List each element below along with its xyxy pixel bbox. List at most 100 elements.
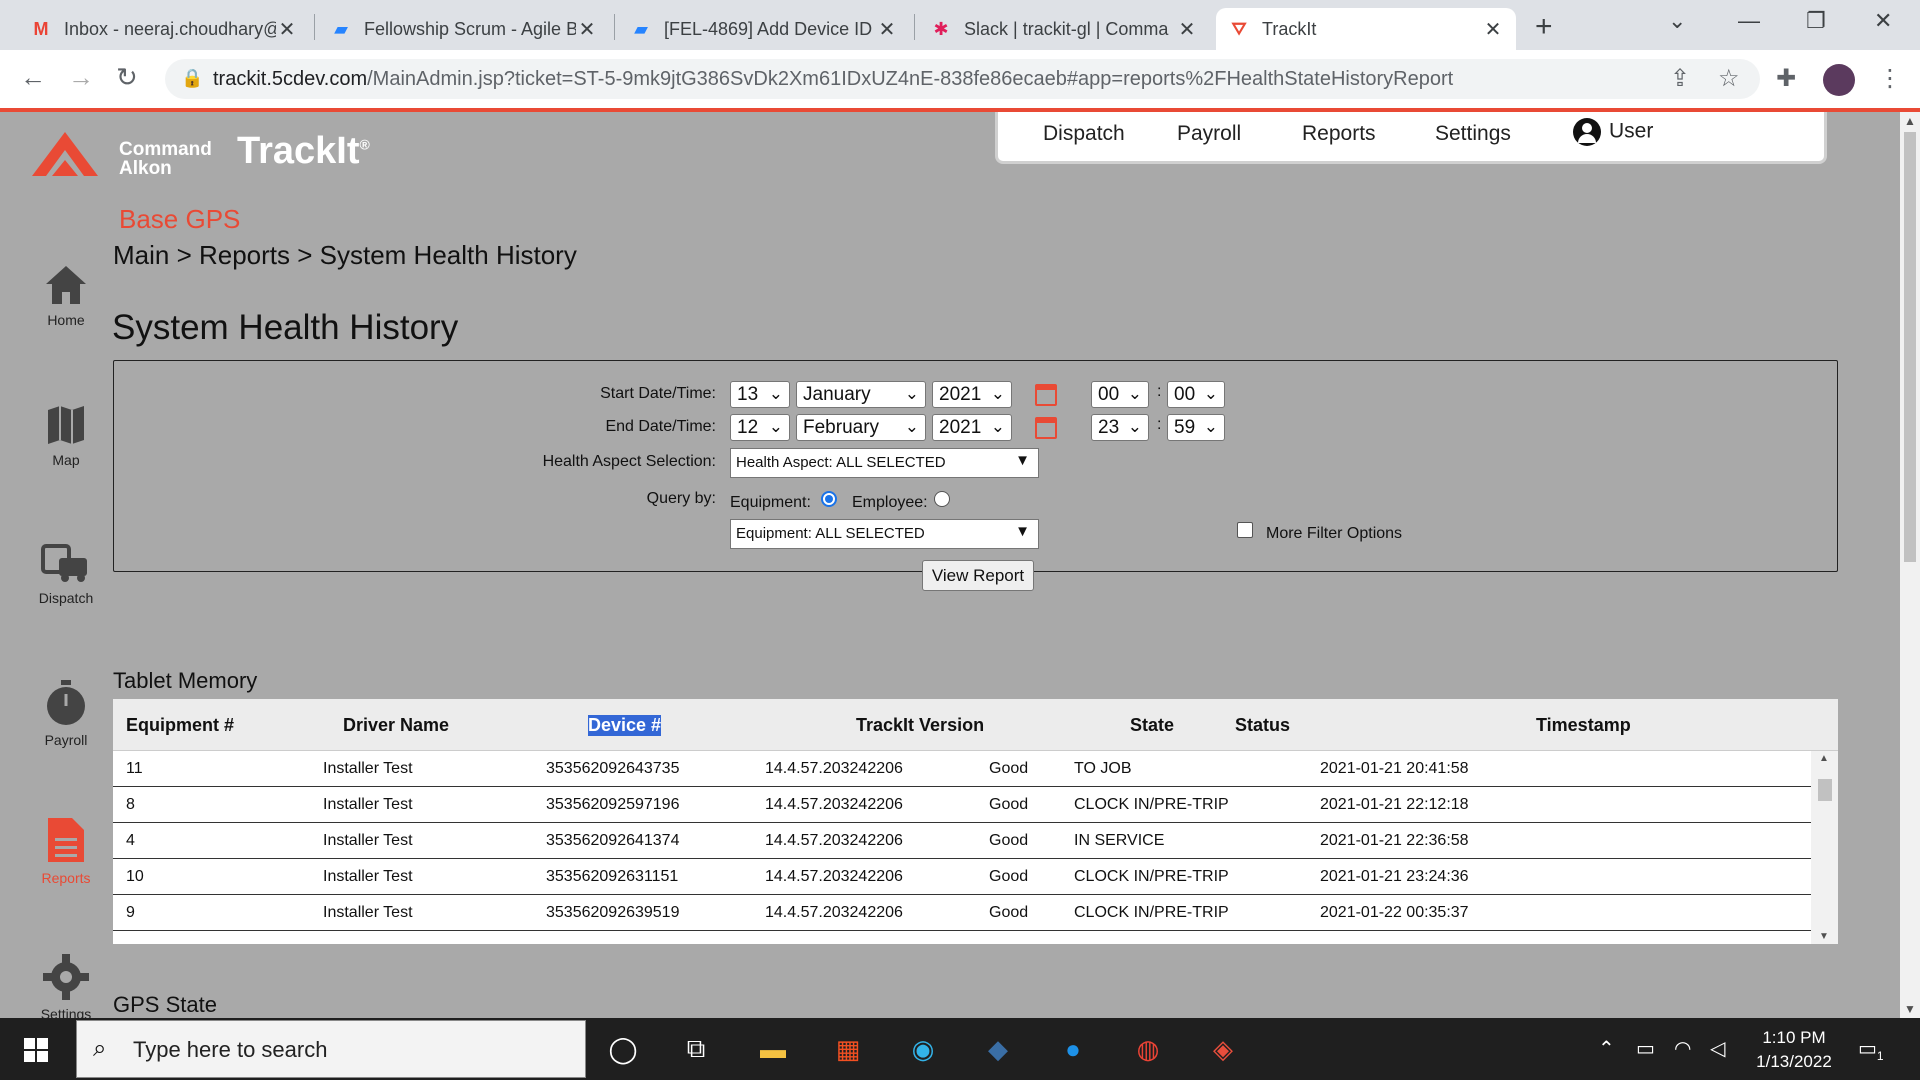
forward-icon[interactable]: →	[68, 62, 94, 93]
nav-user[interactable]: User	[1573, 118, 1653, 146]
task-view-icon[interactable]: ⧉	[678, 1031, 714, 1067]
end-minute-select[interactable]: 59 ⌄	[1167, 414, 1225, 441]
scroll-thumb[interactable]	[1818, 779, 1832, 801]
table-row[interactable]: 11 Installer Test 353562092643735 14.4.57.2…	[113, 751, 1811, 787]
column-timestamp[interactable]: Timestamp	[1536, 715, 1631, 736]
sidebar-item-reports[interactable]: Reports	[30, 816, 102, 886]
select-value: Equipment: ALL SELECTED	[736, 525, 925, 542]
home-icon	[46, 266, 86, 304]
table-row[interactable]: 4 Installer Test 353562092641374 14.4.57.20…	[113, 823, 1811, 859]
docker-icon[interactable]: ●	[1055, 1031, 1091, 1067]
tray-chevron-up-icon[interactable]: ⌃	[1598, 1036, 1615, 1061]
taskbar-clock[interactable]: 1:10 PM 1/13/2022	[1752, 1026, 1836, 1074]
tab-gmail[interactable]: M Inbox - neeraj.choudhary@ ✕	[18, 8, 310, 50]
scroll-down-icon[interactable]: ▼	[1904, 1002, 1916, 1016]
column-device[interactable]: Device #	[588, 715, 662, 736]
tab-slack[interactable]: ✱ Slack | trackit-gl | Comma ✕	[918, 8, 1210, 50]
equipment-select[interactable]: Equipment: ALL SELECTED ▼	[730, 519, 1039, 549]
file-explorer-icon[interactable]: ▬	[755, 1031, 791, 1067]
start-year-select[interactable]: 2021 ⌄	[932, 381, 1012, 408]
view-report-button[interactable]: View Report	[922, 560, 1034, 591]
employee-radio[interactable]	[934, 491, 950, 507]
nav-reports[interactable]: Reports	[1302, 122, 1376, 146]
column-state[interactable]: State	[1130, 715, 1174, 736]
scroll-up-icon[interactable]: ▲	[1819, 753, 1829, 764]
column-status[interactable]: Status	[1235, 715, 1290, 736]
git-icon[interactable]: ◈	[1205, 1031, 1241, 1067]
wifi-icon[interactable]: ◠	[1674, 1036, 1691, 1061]
close-icon[interactable]: ✕	[576, 17, 598, 42]
sidebar-label: Payroll	[44, 732, 88, 748]
edge-icon[interactable]: ◉	[905, 1031, 941, 1067]
tab-fel-4869[interactable]: ▰ [FEL-4869] Add Device ID ✕	[618, 8, 910, 50]
tab-search-icon[interactable]: ⌄	[1668, 8, 1686, 34]
chrome-icon[interactable]: ◍	[1130, 1031, 1166, 1067]
column-equipment[interactable]: Equipment #	[126, 715, 234, 736]
microsoft-store-icon[interactable]: ▦	[830, 1031, 866, 1067]
start-hour-select[interactable]: 00 ⌄	[1091, 381, 1149, 408]
profile-avatar[interactable]	[1823, 64, 1855, 96]
table-row[interactable]: 10 Installer Test 353562092631151 14.4.57.2…	[113, 859, 1811, 895]
more-filter-options-checkbox[interactable]	[1237, 522, 1253, 538]
breadcrumb: Main > Reports > System Health History	[113, 240, 577, 270]
reload-icon[interactable]: ↻	[116, 62, 138, 93]
back-icon[interactable]: ←	[20, 62, 46, 93]
sql-server-icon[interactable]: ◆	[980, 1031, 1016, 1067]
sidebar-item-settings[interactable]: Settings	[30, 954, 102, 1018]
notifications-icon[interactable]: ▭1	[1858, 1036, 1884, 1063]
share-icon[interactable]: ⇪	[1670, 64, 1690, 93]
sidebar-item-map[interactable]: Map	[30, 404, 102, 468]
table-row[interactable]: 9 Installer Test 353562092639519 14.4.57.20…	[113, 895, 1811, 931]
table-scrollbar[interactable]: ▲ ▼	[1811, 751, 1838, 944]
sidebar-item-payroll[interactable]: Payroll	[30, 680, 102, 748]
sidebar-item-home[interactable]: Home	[30, 264, 102, 328]
tab-trackit[interactable]: ⛛ TrackIt ✕	[1216, 8, 1516, 50]
window-close-icon[interactable]: ✕	[1874, 8, 1892, 34]
taskbar-search-box[interactable]: ⌕ Type here to search	[76, 1020, 586, 1078]
volume-icon[interactable]: ◁	[1710, 1036, 1725, 1061]
close-icon[interactable]: ✕	[876, 17, 898, 42]
column-trackit-version[interactable]: TrackIt Version	[856, 715, 984, 736]
nav-dispatch[interactable]: Dispatch	[1043, 122, 1125, 146]
close-icon[interactable]: ✕	[1176, 17, 1198, 42]
browser-tab-strip: M Inbox - neeraj.choudhary@ ✕ ▰ Fellowsh…	[0, 0, 1920, 50]
scroll-up-icon[interactable]: ▲	[1904, 114, 1916, 128]
equipment-radio[interactable]	[821, 491, 837, 507]
health-aspect-select[interactable]: Health Aspect: ALL SELECTED ▼	[730, 448, 1039, 478]
windows-start-icon[interactable]	[24, 1038, 48, 1062]
cortana-icon[interactable]: ◯	[605, 1031, 641, 1067]
scroll-thumb[interactable]	[1904, 132, 1916, 562]
end-calendar-icon[interactable]	[1035, 417, 1057, 439]
sidebar-item-dispatch[interactable]: Dispatch	[30, 542, 102, 606]
bookmark-star-icon[interactable]: ☆	[1718, 64, 1740, 93]
end-year-select[interactable]: 2021 ⌄	[932, 414, 1012, 441]
select-value: 12	[737, 417, 759, 438]
end-hour-select[interactable]: 23 ⌄	[1091, 414, 1149, 441]
scroll-down-icon[interactable]: ▼	[1819, 931, 1829, 942]
column-driver-name[interactable]: Driver Name	[343, 715, 449, 736]
jira-icon: ▰	[634, 18, 648, 39]
table-row[interactable]: 8 Installer Test 353562092597196 14.4.57.20…	[113, 787, 1811, 823]
page-scrollbar[interactable]: ▲ ▼	[1900, 112, 1920, 1018]
address-bar[interactable]: 🔒 trackit.5cdev.com/MainAdmin.jsp?ticket…	[165, 59, 1760, 99]
menu-icon[interactable]: ⋮	[1878, 64, 1902, 93]
start-minute-select[interactable]: 00 ⌄	[1167, 381, 1225, 408]
url-path: /MainAdmin.jsp?ticket=ST-5-9mk9jtG386SvD…	[367, 68, 1454, 90]
start-day-select[interactable]: 13 ⌄	[730, 381, 790, 408]
chevron-down-icon: ⌄	[1127, 384, 1142, 403]
tab-label: Slack | trackit-gl | Comma	[964, 18, 1169, 39]
tab-fellowship-scrum[interactable]: ▰ Fellowship Scrum - Agile B ✕	[318, 8, 610, 50]
minimize-icon[interactable]: —	[1738, 8, 1760, 34]
extensions-icon[interactable]: ✚	[1776, 64, 1796, 93]
end-day-select[interactable]: 12 ⌄	[730, 414, 790, 441]
close-icon[interactable]: ✕	[1482, 17, 1504, 42]
battery-icon[interactable]: ▭	[1636, 1036, 1655, 1061]
start-month-select[interactable]: January ⌄	[796, 381, 926, 408]
start-calendar-icon[interactable]	[1035, 384, 1057, 406]
end-month-select[interactable]: February ⌄	[796, 414, 926, 441]
nav-payroll[interactable]: Payroll	[1177, 122, 1241, 146]
nav-settings[interactable]: Settings	[1435, 122, 1511, 146]
restore-icon[interactable]: ❐	[1806, 8, 1826, 34]
close-icon[interactable]: ✕	[276, 17, 298, 42]
new-tab-icon[interactable]: +	[1535, 10, 1553, 44]
